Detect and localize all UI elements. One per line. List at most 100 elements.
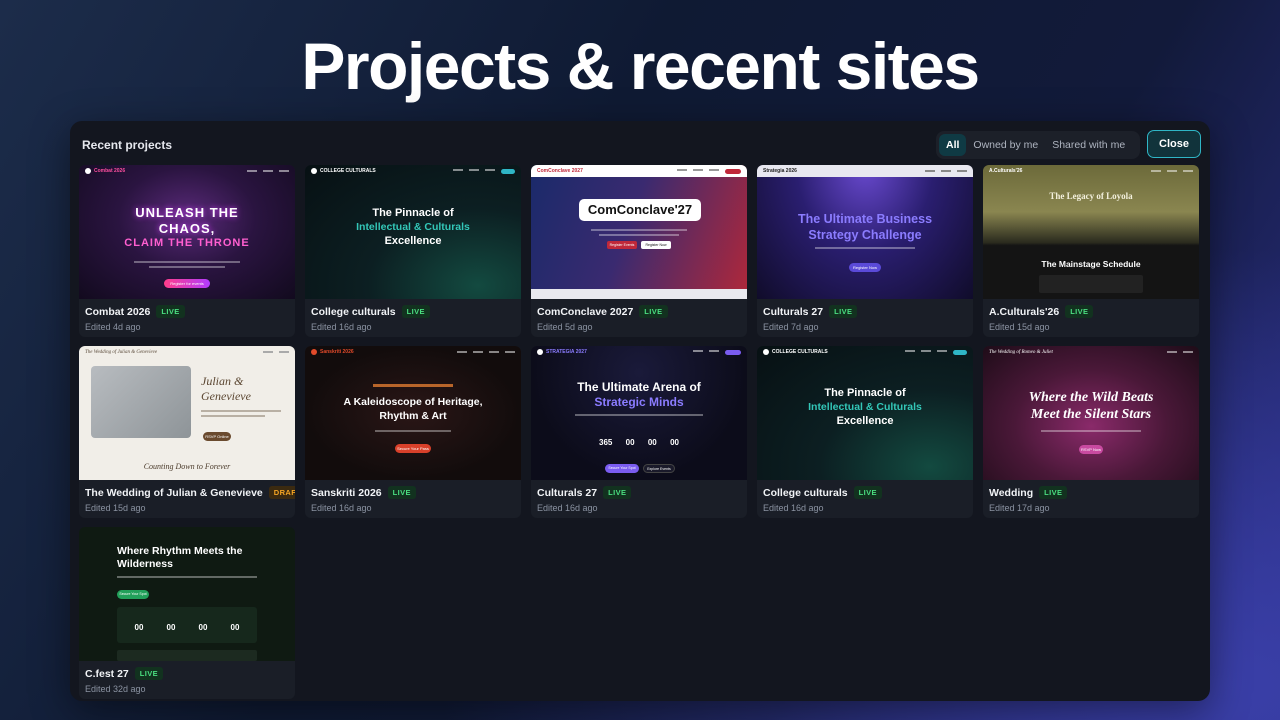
project-name: ComConclave 2027 (537, 305, 634, 318)
thumb-countdown-panel: 00 00 00 00 (117, 607, 257, 643)
edited-time: Edited 7d ago (763, 322, 819, 332)
close-button[interactable]: Close (1147, 130, 1201, 158)
edited-time: Edited 16d ago (311, 322, 372, 332)
project-name: Wedding (989, 486, 1034, 499)
thumb-heading-line2: Strategy Challenge (808, 228, 922, 242)
thumb-nav-links (247, 170, 289, 172)
project-thumbnail: Strategia 2026 The Ultimate Business Str… (757, 165, 973, 299)
logo-icon (85, 168, 91, 174)
project-card[interactable]: Sanskriti 2026 A Kaleidoscope of Heritag… (305, 346, 521, 518)
logo-icon (537, 349, 543, 355)
card-meta: Combat 2026 LIVE Edited 4d ago (85, 305, 289, 332)
project-card[interactable]: STRATEGIA 2027 The Ultimate Arena of Str… (531, 346, 747, 518)
thumb-heading-line1: A Kaleidoscope of Heritage, (343, 396, 483, 408)
thumb-heading-line3: CLAIM THE THRONE (124, 237, 250, 249)
thumb-nav: COLLEGE CULTURALS (305, 165, 521, 177)
project-card[interactable]: Strategia 2026 The Ultimate Business Str… (757, 165, 973, 337)
thumb-heading-line1: The Ultimate Arena of (577, 380, 701, 394)
countdown-minutes: 00 (647, 438, 657, 447)
thumb-cta: RSVP Online (203, 432, 231, 441)
thumb-nav-links (905, 349, 967, 355)
thumb-heading-line1: Julian & (201, 374, 244, 388)
thumb-heading-line2: Intellectual & Culturals (356, 221, 470, 233)
project-card[interactable]: The Wedding of Julian & Genevieve Julian… (79, 346, 295, 518)
project-thumbnail: Where Rhythm Meets the Wilderness Secure… (79, 527, 295, 661)
thumb-cta-secondary: Register Now (641, 241, 671, 249)
thumb-nav: The Wedding of Julian & Genevieve (79, 346, 295, 358)
card-meta: Culturals 27 LIVE Edited 16d ago (537, 486, 741, 513)
filter-tab-shared-with-me[interactable]: Shared with me (1045, 134, 1132, 156)
project-card[interactable]: COLLEGE CULTURALS The Pinnacle of Intell… (757, 346, 973, 518)
thumb-tagline-bar (373, 384, 453, 387)
thumb-heading-line1: UNLEASH THE (135, 205, 239, 220)
project-name: Culturals 27 (763, 305, 824, 318)
edited-time: Edited 15d ago (85, 503, 146, 513)
status-badge: LIVE (1065, 305, 1094, 318)
thumb-nav-links (453, 168, 515, 174)
project-card[interactable]: COLLEGE CULTURALS The Pinnacle of Intell… (305, 165, 521, 337)
project-name: Combat 2026 (85, 305, 151, 318)
project-thumbnail: COLLEGE CULTURALS The Pinnacle of Intell… (305, 165, 521, 299)
filter-tab-all[interactable]: All (939, 134, 967, 156)
thumb-text-line (134, 261, 240, 263)
filter-tab-owned-by-me[interactable]: Owned by me (966, 134, 1045, 156)
thumb-nav-links (677, 168, 741, 174)
countdown-seconds: 00 (670, 438, 679, 447)
project-card[interactable]: Where Rhythm Meets the Wilderness Secure… (79, 527, 295, 699)
thumb-nav-links (693, 349, 741, 355)
logo-icon (311, 168, 317, 174)
thumb-logo: STRATEGIA 2027 (546, 349, 587, 355)
thumb-footer-strip (531, 289, 747, 299)
thumb-cta: Secure Your Pass (395, 444, 431, 453)
edited-time: Edited 17d ago (989, 503, 1050, 513)
status-badge: LIVE (156, 305, 185, 318)
card-meta: Sanskriti 2026 LIVE Edited 16d ago (311, 486, 515, 513)
edited-time: Edited 16d ago (537, 503, 598, 513)
thumb-nav-links (1167, 351, 1193, 353)
countdown-days: 365 (599, 438, 613, 447)
thumb-cta: Secure Your Spot (117, 590, 149, 599)
thumb-logo: Sanskriti 2026 (320, 349, 354, 355)
thumb-heading-line2: Genevieve (201, 389, 251, 403)
thumb-logo: The Wedding of Julian & Genevieve (85, 349, 158, 355)
thumb-heading-line3: Excellence (836, 415, 894, 427)
project-name: A.Culturals'26 (989, 305, 1060, 318)
thumb-countdown: 365 00 00 00 (599, 438, 679, 447)
thumb-heading-line1: The Pinnacle of (824, 387, 906, 399)
thumb-nav: Combat 2026 (79, 165, 295, 177)
thumb-text-line (117, 576, 257, 578)
project-card[interactable]: Combat 2026 UNLEASH THE CHAOS, CLAIM THE… (79, 165, 295, 337)
card-meta: ComConclave 2027 LIVE Edited 5d ago (537, 305, 741, 332)
status-badge: LIVE (1039, 486, 1068, 499)
thumb-cta-secondary: Explore Events (643, 464, 675, 473)
thumb-logo: Strategia 2026 (763, 168, 797, 174)
thumb-logo: Combat 2026 (94, 168, 126, 174)
thumb-text-line (599, 234, 679, 236)
countdown-hours: 00 (625, 438, 635, 447)
thumb-heading-line2: Strategic Minds (594, 395, 684, 409)
countdown-minutes: 00 (198, 623, 208, 632)
edited-time: Edited 4d ago (85, 322, 141, 332)
thumb-text-line (201, 415, 265, 417)
card-meta: College culturals LIVE Edited 16d ago (763, 486, 967, 513)
thumb-heading-line2: The Mainstage Schedule (1041, 259, 1141, 269)
thumb-heading-line3: Excellence (384, 235, 442, 247)
thumb-heading-line1: Where the Wild Beats (1028, 390, 1154, 405)
status-badge: LIVE (853, 486, 882, 499)
card-meta: The Wedding of Julian & Genevieve DRAFT … (85, 486, 295, 513)
edited-time: Edited 16d ago (763, 503, 824, 513)
thumb-nav: ComConclave 2027 (531, 165, 747, 177)
project-card[interactable]: ComConclave 2027 ComConclave'27 Register… (531, 165, 747, 337)
thumb-text-line (1041, 430, 1141, 432)
project-card[interactable]: A.Culturals'26 The Legacy of Loyola The … (983, 165, 1199, 337)
filter-tabs: All Owned by me Shared with me (936, 131, 1140, 159)
project-thumbnail: The Wedding of Romeo & Juliet Where the … (983, 346, 1199, 480)
project-card[interactable]: The Wedding of Romeo & Juliet Where the … (983, 346, 1199, 518)
project-name: The Wedding of Julian & Genevieve (85, 486, 263, 499)
thumb-countdown: 00 00 00 00 (123, 623, 251, 632)
thumb-nav: COLLEGE CULTURALS (757, 346, 973, 358)
thumb-nav-links (1151, 170, 1193, 172)
thumb-nav: STRATEGIA 2027 (531, 346, 747, 358)
edited-time: Edited 32d ago (85, 684, 146, 694)
thumb-heading-line2: Rhythm & Art (379, 410, 447, 422)
